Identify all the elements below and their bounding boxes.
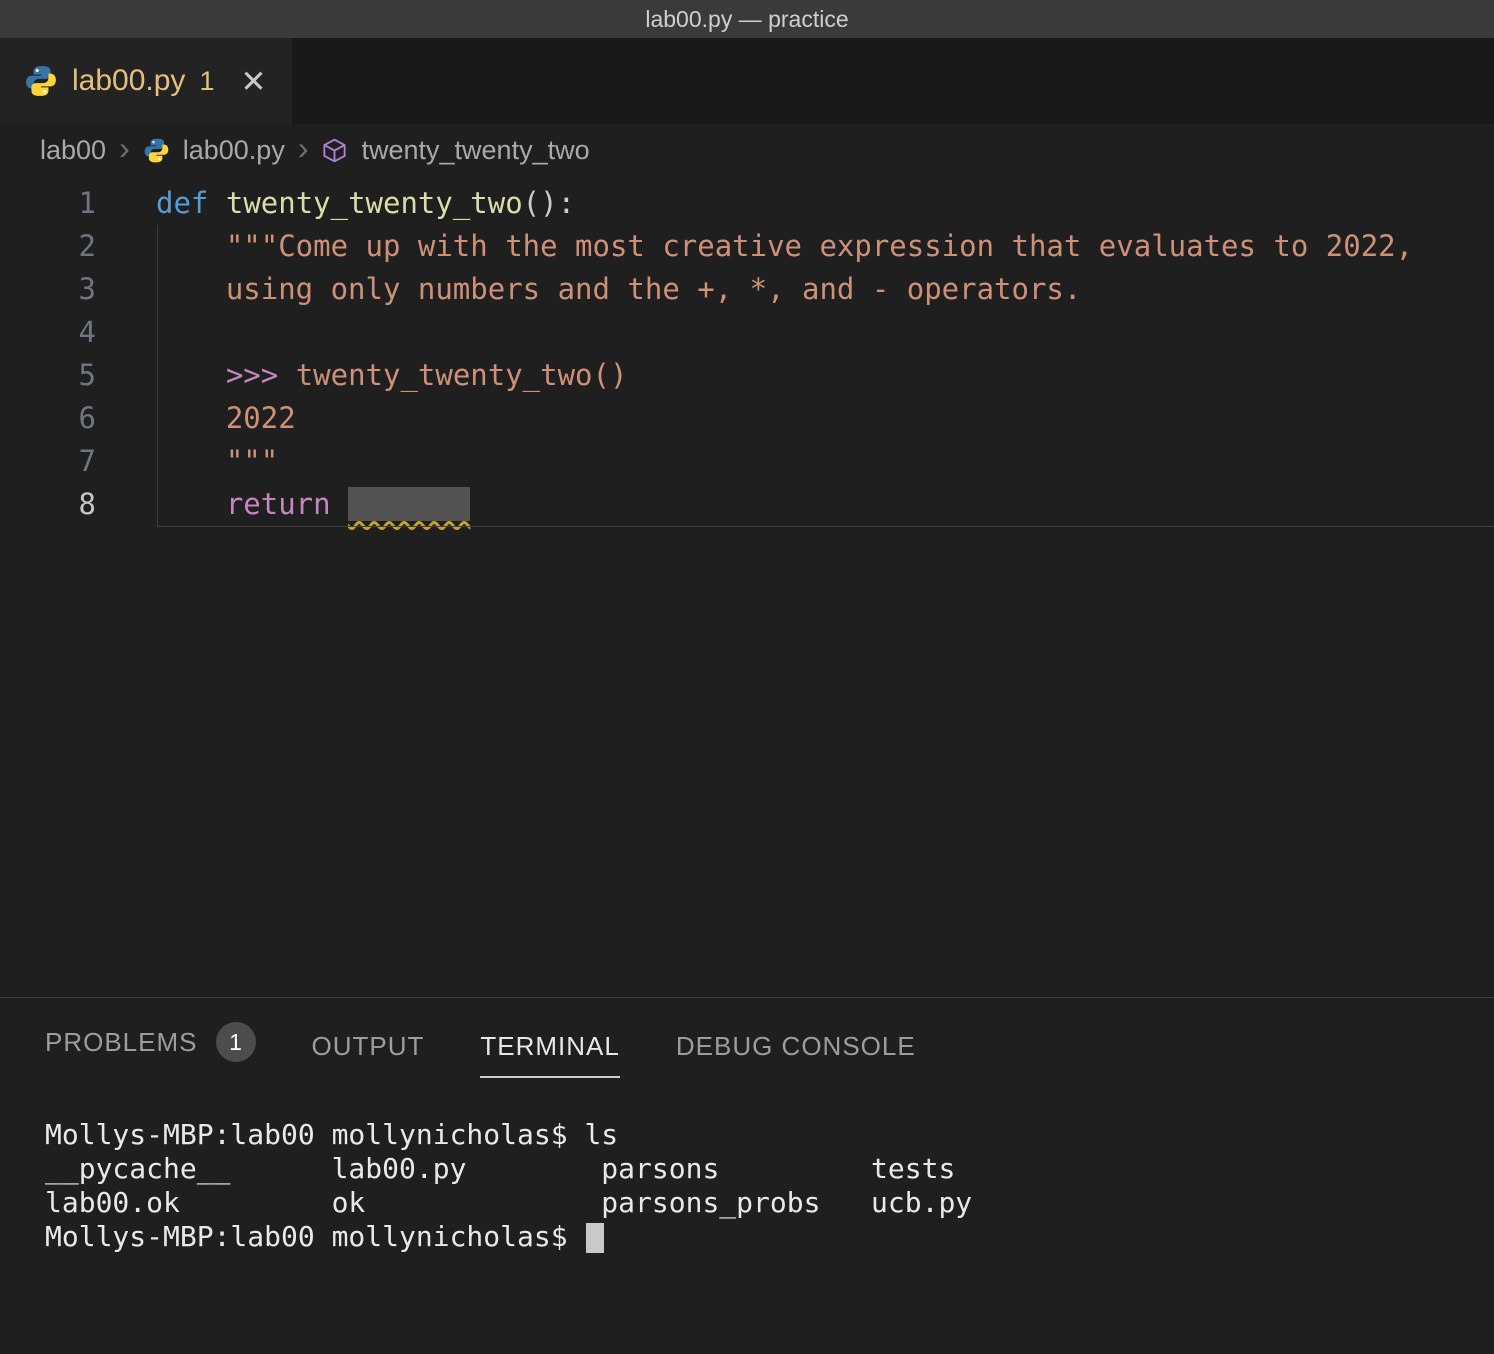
editor-tab-lab00[interactable]: lab00.py 1 ✕ [0,38,292,124]
panel-tab-label: OUTPUT [312,1031,425,1062]
code-text: """Come up with the most creative expres… [96,225,1494,268]
line-number[interactable]: 2 [0,225,96,268]
line-number[interactable]: 4 [0,311,96,354]
code-token: return [226,487,331,521]
panel-tab-label: DEBUG CONSOLE [676,1031,916,1062]
chevron-right-icon: › [298,132,309,168]
breadcrumb-file[interactable]: lab00.py [183,135,285,166]
terminal-line: Mollys-MBP:lab00 mollynicholas$ [45,1220,1494,1254]
terminal-line: Mollys-MBP:lab00 mollynicholas$ ls [45,1118,1494,1152]
panel-tab-problems[interactable]: PROBLEMS 1 [45,1022,256,1078]
window-titlebar: lab00.py — practice [0,0,1494,38]
python-icon [143,137,170,164]
code-token: 2022 [156,401,296,435]
line-number[interactable]: 8 [0,483,96,526]
line-number[interactable]: 7 [0,440,96,483]
code-text: using only numbers and the +, *, and - o… [96,268,1494,311]
symbol-namespace-icon [321,137,348,164]
code-line[interactable]: 2 """Come up with the most creative expr… [0,225,1494,268]
code-text: def twenty_twenty_two(): [96,182,1494,225]
tab-problems-badge: 1 [199,66,214,97]
code-token [208,186,225,220]
panel-tab-label: PROBLEMS [45,1027,198,1058]
snippet-placeholder[interactable] [348,487,470,521]
code-text: 2022 [96,397,1494,440]
code-token [156,358,226,392]
breadcrumb-folder[interactable]: lab00 [40,135,106,166]
problems-count-badge: 1 [216,1022,256,1062]
bottom-panel: PROBLEMS 1 OUTPUT TERMINAL DEBUG CONSOLE Mol… [0,997,1494,1354]
tab-close-icon[interactable]: ✕ [240,66,266,97]
line-number[interactable]: 6 [0,397,96,440]
code-line[interactable]: 7 """ [0,440,1494,483]
code-line[interactable]: 8 return [0,483,1494,526]
chevron-right-icon: › [119,132,130,168]
code-token: twenty_twenty_two [226,186,523,220]
terminal-line: lab00.ok ok parsons_probs ucb.py [45,1186,1494,1220]
panel-tab-debug-console[interactable]: DEBUG CONSOLE [676,1031,916,1078]
code-line[interactable]: 6 2022 [0,397,1494,440]
code-token [331,487,348,521]
code-line[interactable]: 1def twenty_twenty_two(): [0,182,1494,225]
code-text [96,311,1494,354]
code-token: (): [523,186,575,220]
breadcrumb: lab00 › lab00.py › twenty_twenty_two [0,124,1494,176]
breadcrumb-symbol[interactable]: twenty_twenty_two [361,135,589,166]
tab-bar: lab00.py 1 ✕ [0,38,1494,124]
panel-tab-label: TERMINAL [480,1031,619,1062]
code-token: """Come up with the most creative expres… [156,229,1413,263]
line-number[interactable]: 3 [0,268,96,311]
code-area: 1def twenty_twenty_two():2 """Come up wi… [0,182,1494,526]
python-icon [24,64,58,98]
panel-tab-terminal[interactable]: TERMINAL [480,1031,619,1078]
code-token: def [156,186,208,220]
code-line[interactable]: 5 >>> twenty_twenty_two() [0,354,1494,397]
code-token: using only numbers and the +, *, and - o… [156,272,1081,306]
code-line[interactable]: 3 using only numbers and the +, *, and -… [0,268,1494,311]
code-editor[interactable]: 1def twenty_twenty_two():2 """Come up wi… [0,176,1494,997]
line-number[interactable]: 5 [0,354,96,397]
current-line-border [157,526,1494,527]
panel-tab-bar: PROBLEMS 1 OUTPUT TERMINAL DEBUG CONSOLE [0,998,1494,1078]
code-text: """ [96,440,1494,483]
code-token: """ [156,444,278,478]
terminal[interactable]: Mollys-MBP:lab00 mollynicholas$ ls__pyca… [0,1078,1494,1254]
line-number[interactable]: 1 [0,182,96,225]
code-text: return [96,483,1494,526]
code-line[interactable]: 4 [0,311,1494,354]
code-token: twenty_twenty_two() [296,358,628,392]
terminal-cursor [586,1223,604,1253]
panel-tab-output[interactable]: OUTPUT [312,1031,425,1078]
indent-guide [157,225,158,526]
tab-filename: lab00.py [72,64,185,98]
code-token: >>> [226,358,296,392]
code-text: >>> twenty_twenty_two() [96,354,1494,397]
code-token [156,487,226,521]
terminal-line: __pycache__ lab00.py parsons tests [45,1152,1494,1186]
window-title: lab00.py — practice [645,6,848,33]
